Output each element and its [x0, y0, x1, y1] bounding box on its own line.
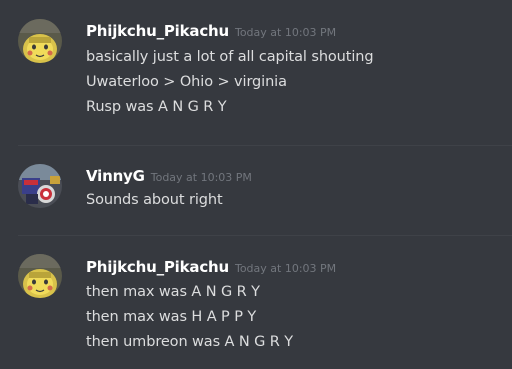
username[interactable]: VinnyG	[86, 167, 145, 185]
message-text: Uwaterloo > Ohio > virginia	[86, 74, 287, 90]
message-divider	[18, 145, 512, 146]
vinnyg-avatar[interactable]	[18, 164, 62, 208]
message-text: Rusp was A N G R Y	[86, 99, 227, 115]
message-header: VinnyG Today at 10:03 PM	[86, 166, 252, 185]
message-text: Sounds about right	[86, 192, 223, 208]
username[interactable]: Phijkchu_Pikachu	[86, 258, 229, 276]
message-header: Phijkchu_Pikachu Today at 10:03 PM	[86, 21, 336, 40]
timestamp[interactable]: Today at 10:03 PM	[235, 26, 336, 39]
pikachu-avatar-image	[18, 19, 62, 63]
timestamp[interactable]: Today at 10:03 PM	[151, 171, 252, 184]
message-text: then max was A N G R Y	[86, 284, 260, 300]
message-header: Phijkchu_Pikachu Today at 10:03 PM	[86, 257, 336, 276]
message-divider	[18, 235, 512, 236]
vinnyg-avatar-image	[18, 164, 62, 208]
pikachu-avatar-image	[18, 254, 62, 298]
timestamp[interactable]: Today at 10:03 PM	[235, 262, 336, 275]
pikachu-avatar[interactable]	[18, 254, 62, 298]
pikachu-avatar[interactable]	[18, 19, 62, 63]
chat-message-list: Phijkchu_Pikachu Today at 10:03 PM basica…	[0, 0, 512, 369]
message-text: then max was H A P P Y	[86, 309, 257, 325]
username[interactable]: Phijkchu_Pikachu	[86, 22, 229, 40]
message-text: basically just a lot of all capital shou…	[86, 49, 374, 65]
message-text: then umbreon was A N G R Y	[86, 334, 294, 350]
